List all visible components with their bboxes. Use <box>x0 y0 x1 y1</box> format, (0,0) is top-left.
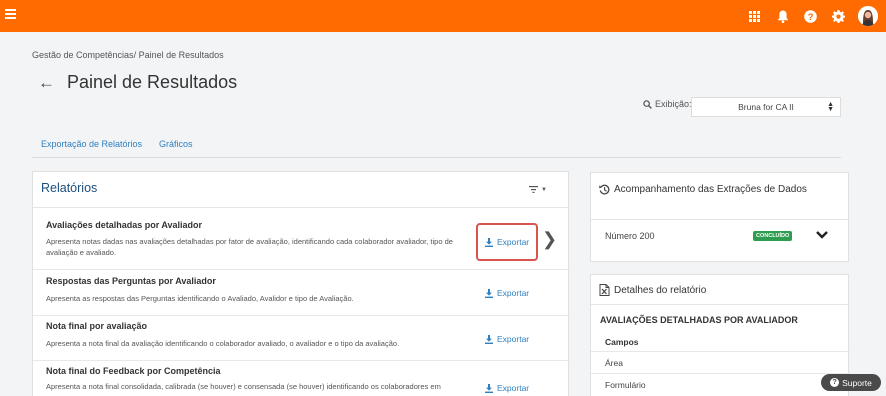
user-avatar[interactable] <box>858 6 878 26</box>
export-button[interactable]: Exportar <box>485 383 529 393</box>
breadcrumb: Gestão de Competências/ Painel de Result… <box>32 50 224 60</box>
back-arrow-icon[interactable]: ← <box>38 74 55 91</box>
relatorios-panel: Relatórios ▼ Avaliações detalhadas por A… <box>32 171 570 396</box>
filter-icon <box>529 186 538 193</box>
download-icon <box>485 288 493 298</box>
gear-icon[interactable] <box>830 8 847 25</box>
field-name: Formulário <box>605 380 646 390</box>
relatorios-header: Relatórios ▼ <box>33 172 568 208</box>
acompanhamento-panel: Acompanhamento das Extrações de Dados Nú… <box>590 172 849 262</box>
report-description: Apresenta as respostas das Perguntas ide… <box>46 294 354 303</box>
report-title: Nota final por avaliação <box>46 321 148 331</box>
report-item[interactable]: Nota final do Feedback por Competência A… <box>33 361 570 396</box>
chevron-down-icon[interactable] <box>815 229 829 241</box>
sort-caret-icon: ▲ ▼ <box>827 101 834 113</box>
report-description: Apresenta a nota final consolidada, cali… <box>46 382 441 391</box>
report-title: Avaliações detalhadas por Avaliador <box>46 220 203 230</box>
field-row: Formulário <box>591 373 850 395</box>
export-button[interactable]: Exportar <box>485 288 529 298</box>
history-icon <box>599 184 610 195</box>
page-header: ← Painel de Resultados <box>38 72 237 93</box>
detalhes-panel: Detalhes do relatório AVALIAÇÕES DETALHA… <box>590 274 850 396</box>
breadcrumb-parent[interactable]: Gestão de Competências <box>32 50 134 60</box>
exibicao-label: Exibição: <box>643 99 692 109</box>
download-icon <box>485 334 493 344</box>
tabs: Exportação de Relatórios Gráficos <box>32 139 841 158</box>
field-name: Área <box>605 358 623 368</box>
excel-file-icon <box>599 284 610 296</box>
export-label: Exportar <box>497 288 530 298</box>
top-bar: ? <box>0 0 886 32</box>
apps-grid-icon[interactable] <box>746 8 763 25</box>
exibicao-value: Bruna for CA II <box>738 102 794 112</box>
breadcrumb-separator: / <box>133 50 137 60</box>
campos-label: Campos <box>605 337 639 347</box>
detalhes-header: Detalhes do relatório <box>591 275 848 305</box>
suporte-button[interactable]: ? Suporte <box>821 374 881 391</box>
report-name: AVALIAÇÕES DETALHADAS POR AVALIADOR <box>600 315 798 325</box>
detalhes-title-wrap: Detalhes do relatório <box>599 284 706 296</box>
report-description: Apresenta notas dadas nas avaliações det… <box>46 237 453 257</box>
report-title: Respostas das Perguntas por Avaliador <box>46 276 216 286</box>
status-badge: CONCLUÍDO <box>753 231 793 241</box>
acompanhamento-title: Acompanhamento das Extrações de Dados <box>614 184 807 195</box>
exibicao-text: Exibição: <box>655 99 692 109</box>
extracao-label: Número 200 <box>605 231 655 241</box>
bell-icon[interactable] <box>774 8 791 25</box>
tab-graficos[interactable]: Gráficos <box>159 139 193 149</box>
export-label: Exportar <box>497 383 530 393</box>
exibicao-select[interactable]: Bruna for CA II ▲ ▼ <box>691 97 841 117</box>
export-label: Exportar <box>497 237 530 247</box>
search-icon <box>643 99 652 109</box>
page-title: Painel de Resultados <box>67 72 238 92</box>
suporte-label: Suporte <box>842 377 872 388</box>
export-button[interactable]: Exportar <box>485 334 529 344</box>
svg-text:?: ? <box>808 11 814 22</box>
chevron-right-icon[interactable]: ❯ <box>542 229 557 250</box>
export-button[interactable]: Exportar <box>485 237 529 247</box>
relatorios-title: Relatórios <box>41 181 98 195</box>
report-item[interactable]: Nota final por avaliação Apresenta a not… <box>33 316 570 361</box>
download-icon <box>485 383 493 393</box>
top-bar-actions: ? <box>746 6 878 26</box>
report-title: Nota final do Feedback por Competência <box>46 366 221 376</box>
acompanhamento-header: Acompanhamento das Extrações de Dados <box>591 173 848 220</box>
acompanhamento-title-wrap: Acompanhamento das Extrações de Dados <box>599 184 807 195</box>
question-icon: ? <box>830 378 840 387</box>
report-description: Apresenta a nota final da avaliação iden… <box>46 339 400 348</box>
filter-menu[interactable]: ▼ <box>529 186 547 193</box>
help-icon[interactable]: ? <box>802 8 819 25</box>
download-icon <box>485 237 493 247</box>
breadcrumb-current: Painel de Resultados <box>138 50 224 60</box>
report-item[interactable]: Respostas das Perguntas por Avaliador Ap… <box>33 270 570 316</box>
menu-icon[interactable] <box>5 9 16 19</box>
tab-exportacao[interactable]: Exportação de Relatórios <box>41 139 142 149</box>
dropdown-caret-icon: ▼ <box>541 186 547 193</box>
export-label: Exportar <box>497 334 530 344</box>
field-row: Área <box>591 351 850 373</box>
report-item[interactable]: Avaliações detalhadas por Avaliador Apre… <box>33 208 570 270</box>
detalhes-title: Detalhes do relatório <box>614 284 707 296</box>
